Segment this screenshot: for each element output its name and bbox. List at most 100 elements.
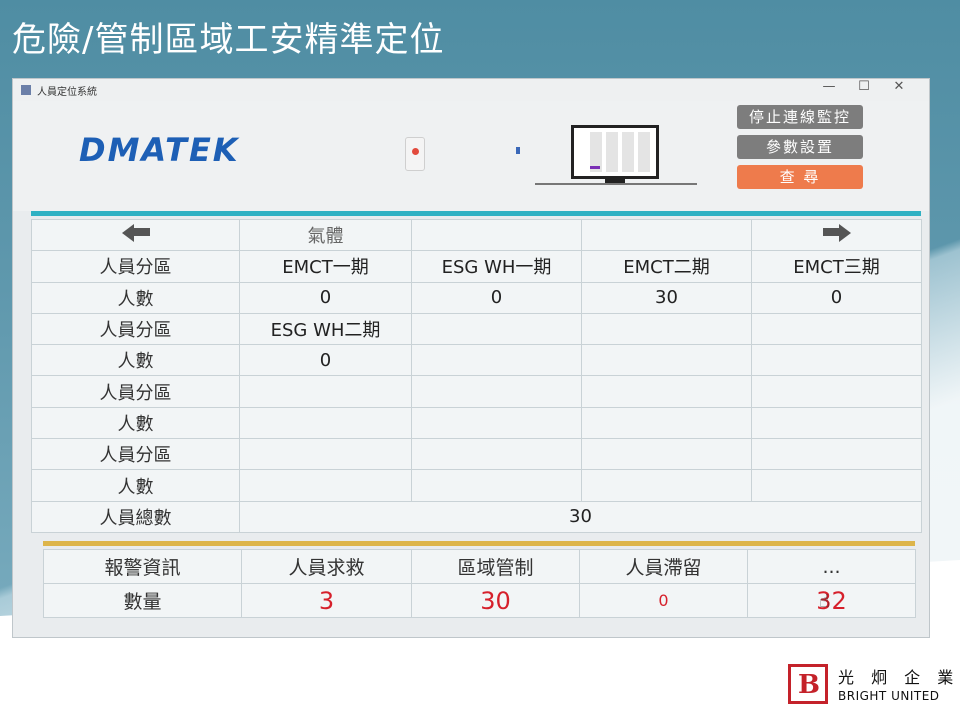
monitor-marker: [590, 166, 600, 169]
alarm-info-label: 報警資訊: [43, 549, 242, 584]
zone-name: [411, 438, 582, 471]
maximize-icon[interactable]: ☐: [854, 79, 874, 94]
app-window: 人員定位系統 — ☐ ✕ DMATEK 停止連線監控 參數設置 查 尋 氣體 人…: [12, 78, 930, 638]
zone-count: [411, 344, 582, 377]
count-label: 人數: [31, 344, 240, 377]
alarm-header[interactable]: 人員求救: [241, 549, 412, 584]
header-divider: [31, 211, 921, 216]
nav-row: 氣體: [31, 218, 922, 252]
zone-count: [239, 406, 412, 440]
zone-count: 0: [239, 281, 412, 314]
zone-name: EMCT一期: [239, 250, 412, 283]
brand-name-en: BRIGHT UNITED: [838, 689, 940, 703]
zone-name: [751, 375, 922, 408]
table-row: 人員分區: [31, 375, 922, 408]
zone-label: 人員分區: [31, 375, 240, 408]
zone-name: [239, 375, 412, 408]
zone-label: 人員分區: [31, 438, 240, 471]
zone-count: [751, 406, 922, 440]
desk-line: [535, 183, 697, 185]
parameter-settings-button[interactable]: 參數設置: [737, 135, 863, 159]
zone-count: 0: [239, 344, 412, 377]
device-led: [412, 148, 419, 155]
zone-name: EMCT二期: [581, 250, 752, 283]
zone-count: [581, 469, 752, 502]
count-label: 人數: [31, 469, 240, 502]
zone-count: 30: [581, 281, 752, 314]
arrow-left-icon: [121, 223, 134, 242]
alarm-count-label: 數量: [43, 583, 242, 618]
alarm-count[interactable]: 0: [579, 583, 748, 618]
alarm-count[interactable]: 3: [241, 583, 412, 618]
zone-name: EMCT三期: [751, 250, 922, 283]
monitor-panel: [622, 132, 634, 172]
zone-count: [411, 469, 582, 502]
close-icon[interactable]: ✕: [889, 79, 909, 94]
stop-monitoring-button[interactable]: 停止連線監控: [737, 105, 863, 129]
query-button[interactable]: 查 尋: [737, 165, 863, 189]
zone-name: ESG WH二期: [239, 312, 412, 346]
table-row: 人數 0: [31, 344, 922, 377]
zone-count: 0: [411, 281, 582, 314]
zone-count: [751, 344, 922, 377]
arrow-right-icon: [838, 223, 851, 242]
arrow-shaft: [822, 228, 839, 237]
alarm-divider: [43, 541, 915, 546]
zone-name: [581, 438, 752, 471]
table-row: 人員分區 EMCT一期 ESG WH一期 EMCT二期 EMCT三期: [31, 250, 922, 283]
table-row: 人員分區 ESG WH二期: [31, 312, 922, 346]
zone-name: [751, 312, 922, 346]
brand-name-cn: 光 炯 企 業: [838, 668, 960, 687]
arrow-shaft: [133, 228, 150, 237]
hand-cursor-icon: ☝: [819, 591, 830, 612]
category-label: 氣體: [239, 218, 412, 252]
window-titlebar: 人員定位系統 — ☐ ✕: [13, 79, 929, 101]
zone-name: [581, 312, 752, 346]
monitor-icon: [571, 125, 659, 179]
alarm-header[interactable]: 區域管制: [411, 549, 580, 584]
total-value: 30: [239, 500, 922, 534]
zone-count: [581, 344, 752, 377]
window-title: 人員定位系統: [37, 87, 97, 98]
zone-label: 人員分區: [31, 312, 240, 346]
minimize-icon[interactable]: —: [819, 79, 839, 94]
zone-name: [751, 438, 922, 471]
prev-page-button[interactable]: [31, 218, 240, 252]
table-row: 人數: [31, 406, 922, 440]
empty-cell: [581, 218, 752, 252]
empty-cell: [411, 218, 582, 252]
monitor-panel: [606, 132, 618, 172]
brand-logo: B: [788, 664, 828, 704]
zone-name: [239, 438, 412, 471]
table-row: 人數: [31, 469, 922, 502]
monitor-panel: [638, 132, 650, 172]
alarm-header[interactable]: 人員滯留: [579, 549, 748, 584]
zone-count: [239, 469, 412, 502]
table-row: 人數 0 0 30 0: [31, 281, 922, 314]
table-row: 人員分區: [31, 438, 922, 471]
alarm-count[interactable]: 30: [411, 583, 580, 618]
zone-count: [751, 469, 922, 502]
count-label: 人數: [31, 281, 240, 314]
alarm-count[interactable]: 32: [747, 583, 916, 618]
tag-icon: [516, 147, 520, 154]
zone-name: ESG WH一期: [411, 250, 582, 283]
zone-name: [411, 312, 582, 346]
locator-device-icon: [405, 137, 425, 171]
alarm-header-row: 報警資訊 人員求救 區域管制 人員滯留 ...: [43, 549, 916, 584]
alarm-header[interactable]: ...: [747, 549, 916, 584]
zone-count: [411, 406, 582, 440]
zone-label: 人員分區: [31, 250, 240, 283]
dmatek-logo: DMATEK: [79, 131, 240, 169]
count-label: 人數: [31, 406, 240, 440]
brand-letter: B: [798, 670, 820, 700]
total-label: 人員總數: [31, 500, 240, 534]
zone-table: 氣體 人員分區 EMCT一期 ESG WH一期 EMCT二期 EMCT三期 人數…: [31, 218, 922, 534]
alarm-table: 報警資訊 人員求救 區域管制 人員滯留 ... 數量 3 30 0 32: [43, 549, 916, 618]
zone-count: [581, 406, 752, 440]
app-icon: [21, 85, 31, 95]
slide-title: 危險/管制區域工安精準定位: [12, 20, 445, 60]
total-row: 人員總數 30: [31, 500, 922, 534]
next-page-button[interactable]: [751, 218, 922, 252]
zone-count: 0: [751, 281, 922, 314]
